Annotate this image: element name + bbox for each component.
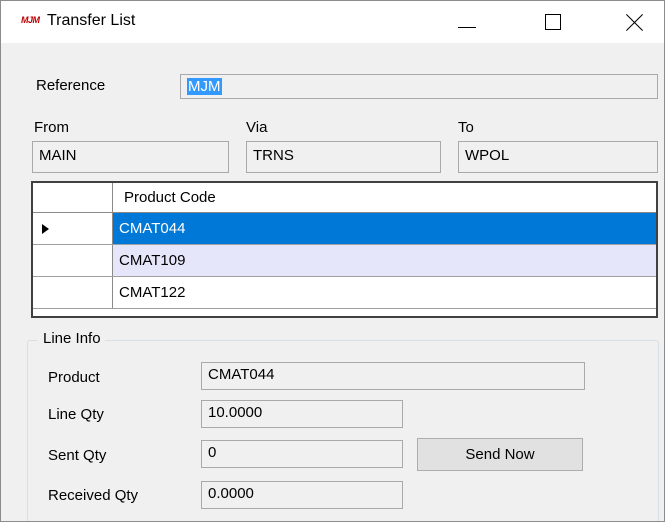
send-now-button[interactable]: Send Now [417,438,583,471]
from-field[interactable]: MAIN [32,141,229,173]
product-grid[interactable]: Product Code CMAT044 CMAT109 CMAT122 [31,181,658,318]
grid-header: Product Code [33,183,656,213]
line-info-title: Line Info [37,330,105,347]
line-qty-field[interactable]: 10.0000 [201,400,403,428]
table-row[interactable]: CMAT122 [33,277,656,309]
grid-corner[interactable] [33,183,113,212]
sent-qty-field[interactable]: 0 [201,440,403,468]
window-title: Transfer List [47,12,136,29]
via-label: Via [246,119,268,136]
to-field[interactable]: WPOL [458,141,658,173]
row-header[interactable] [33,277,113,308]
reference-field[interactable]: MJM [180,74,658,99]
sent-qty-label: Sent Qty [48,447,107,464]
received-qty-label: Received Qty [48,487,139,504]
app-logo-icon: MJM [21,15,40,25]
transfer-list-window: MJM Transfer List Reference MJM From MAI… [0,0,665,522]
product-field[interactable]: CMAT044 [201,362,585,390]
line-qty-label: Line Qty [48,406,104,423]
product-label: Product [48,369,100,386]
product-code-cell[interactable]: CMAT122 [113,277,656,308]
row-header[interactable] [33,213,113,244]
to-label: To [458,119,474,136]
maximize-button[interactable] [525,1,581,43]
reference-label: Reference [36,77,106,94]
from-label: From [34,119,69,136]
reference-value: MJM [187,78,222,95]
product-code-cell[interactable]: CMAT044 [113,213,656,244]
row-header[interactable] [33,245,113,276]
title-bar[interactable]: MJM Transfer List [1,1,664,43]
table-row[interactable]: CMAT044 [33,213,656,245]
minimize-button[interactable] [439,1,495,43]
received-qty-field[interactable]: 0.0000 [201,481,403,509]
product-code-cell[interactable]: CMAT109 [113,245,656,276]
current-row-arrow-icon [42,224,49,234]
minimize-icon [458,26,476,28]
column-header-product-code[interactable]: Product Code [113,189,216,206]
table-row[interactable]: CMAT109 [33,245,656,277]
maximize-icon [545,14,561,30]
close-button[interactable] [607,1,663,43]
via-field[interactable]: TRNS [246,141,441,173]
close-icon [626,13,644,31]
